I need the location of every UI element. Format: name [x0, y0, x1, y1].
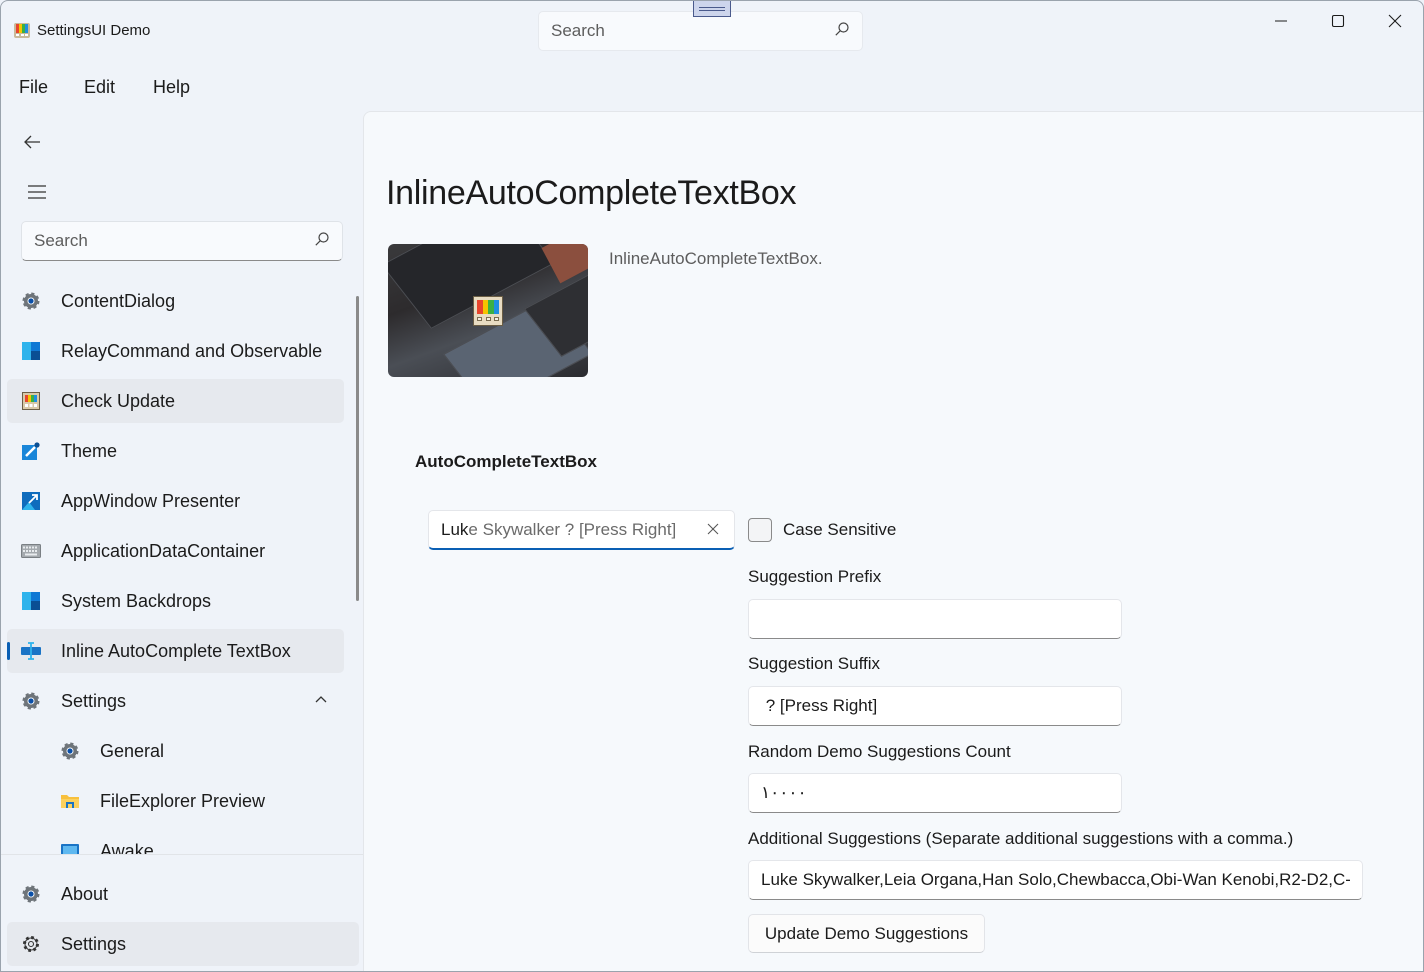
sidebar-search-box[interactable] [21, 221, 343, 261]
search-icon[interactable] [314, 231, 330, 252]
nav-list: ContentDialog RelayCommand and Observabl… [1, 276, 363, 854]
sidebar-search-input[interactable] [34, 231, 314, 251]
case-sensitive-checkbox[interactable]: Case Sensitive [748, 518, 896, 542]
sidebar-item-appwindow-presenter[interactable]: AppWindow Presenter [7, 479, 344, 523]
powertoys-icon [14, 23, 30, 38]
navigation-pane: ContentDialog RelayCommand and Observabl… [1, 111, 363, 971]
random-count-label: Random Demo Suggestions Count [748, 742, 1011, 761]
textbox-icon [21, 641, 41, 661]
gear-icon [21, 691, 41, 711]
app-window: SettingsUI Demo File Edit Help [0, 0, 1424, 972]
gear-icon [21, 884, 41, 904]
sidebar-item-general[interactable]: General [7, 729, 344, 773]
minimize-button[interactable] [1253, 1, 1309, 41]
additional-suggestions-field[interactable] [748, 860, 1363, 900]
windows-tile-icon [21, 591, 41, 611]
menu-bar: File Edit Help [1, 67, 208, 109]
suggestion-suffix-field[interactable] [748, 686, 1122, 726]
gear-icon [60, 741, 80, 761]
checkbox-box[interactable] [748, 518, 772, 542]
windows-tile-icon [21, 341, 41, 361]
powertoys-icon [21, 391, 41, 411]
maximize-icon [1331, 14, 1345, 28]
page-title: InlineAutoCompleteTextBox [386, 174, 797, 212]
titlebar-search-box[interactable] [538, 11, 863, 51]
close-icon [1388, 14, 1402, 28]
sidebar-item-inline-autocomplete-textbox[interactable]: Inline AutoComplete TextBox [7, 629, 344, 673]
sidebar-item-contentdialog[interactable]: ContentDialog [7, 279, 344, 323]
sidebar-item-relaycommand[interactable]: RelayCommand and Observable [7, 329, 344, 373]
monitor-icon [60, 841, 80, 854]
back-button[interactable] [13, 125, 51, 159]
window-title: SettingsUI Demo [37, 22, 151, 39]
suggestion-suffix-label: Suggestion Suffix [748, 654, 880, 673]
drag-handle[interactable] [693, 1, 731, 17]
color-picker-icon [21, 441, 41, 461]
hero-image [388, 244, 588, 377]
sidebar-item-awake[interactable]: Awake [7, 829, 344, 854]
case-sensitive-label: Case Sensitive [783, 520, 897, 539]
sidebar-item-settings[interactable]: Settings [7, 922, 359, 966]
suggestion-prefix-label: Suggestion Prefix [748, 567, 882, 586]
gear-icon [21, 291, 41, 311]
typed-text: Luk [441, 519, 469, 539]
menu-help[interactable]: Help [135, 67, 208, 109]
suggestion-prefix-input[interactable] [761, 609, 1109, 629]
settings-outline-icon [21, 934, 41, 954]
search-icon[interactable] [834, 21, 850, 42]
selection-indicator [7, 642, 10, 660]
suggestion-prefix-field[interactable] [748, 599, 1122, 639]
footer-divider [1, 854, 363, 855]
inline-suggestion: e Skywalker ? [Press Right] [468, 519, 677, 539]
sidebar-scrollbar[interactable] [356, 296, 359, 601]
keyboard-icon [21, 541, 41, 561]
powertoys-icon [473, 296, 503, 326]
inline-autocomplete-textbox[interactable]: Luk e Skywalker ? [Press Right] [428, 510, 735, 550]
menu-edit[interactable]: Edit [66, 67, 135, 109]
update-demo-suggestions-button[interactable]: Update Demo Suggestions [748, 914, 985, 953]
section-header: AutoCompleteTextBox [415, 452, 597, 471]
random-count-input[interactable] [761, 783, 1109, 803]
additional-suggestions-input[interactable] [761, 870, 1350, 890]
content-area: InlineAutoCompleteTextBox InlineAutoComp… [363, 111, 1423, 971]
titlebar-search-input[interactable] [551, 21, 834, 41]
additional-suggestions-label: Additional Suggestions (Separate additio… [748, 829, 1294, 848]
back-arrow-icon [24, 135, 40, 149]
pane-toggle-button[interactable] [13, 175, 61, 209]
suggestion-suffix-input[interactable] [761, 696, 1109, 716]
chevron-up-icon[interactable] [314, 693, 328, 712]
menu-file[interactable]: File [1, 67, 66, 109]
sidebar-item-settings-group[interactable]: Settings [7, 679, 344, 723]
random-count-field[interactable] [748, 773, 1122, 813]
hamburger-icon [28, 185, 46, 199]
close-button[interactable] [1367, 1, 1423, 41]
clear-button[interactable] [706, 521, 720, 541]
page-description: InlineAutoCompleteTextBox. [609, 249, 823, 268]
sidebar-item-fileexplorer-preview[interactable]: FileExplorer Preview [7, 779, 344, 823]
sidebar-item-check-update[interactable]: Check Update [7, 379, 344, 423]
sidebar-item-applicationdatacontainer[interactable]: ApplicationDataContainer [7, 529, 344, 573]
sidebar-item-about[interactable]: About [7, 872, 359, 916]
clear-icon [707, 523, 719, 535]
sidebar-item-system-backdrops[interactable]: System Backdrops [7, 579, 344, 623]
sidebar-item-theme[interactable]: Theme [7, 429, 344, 473]
maximize-button[interactable] [1310, 1, 1366, 41]
minimize-icon [1275, 20, 1287, 22]
window-expand-icon [21, 491, 41, 511]
title-bar: SettingsUI Demo [1, 1, 1423, 61]
folder-icon [60, 791, 80, 811]
